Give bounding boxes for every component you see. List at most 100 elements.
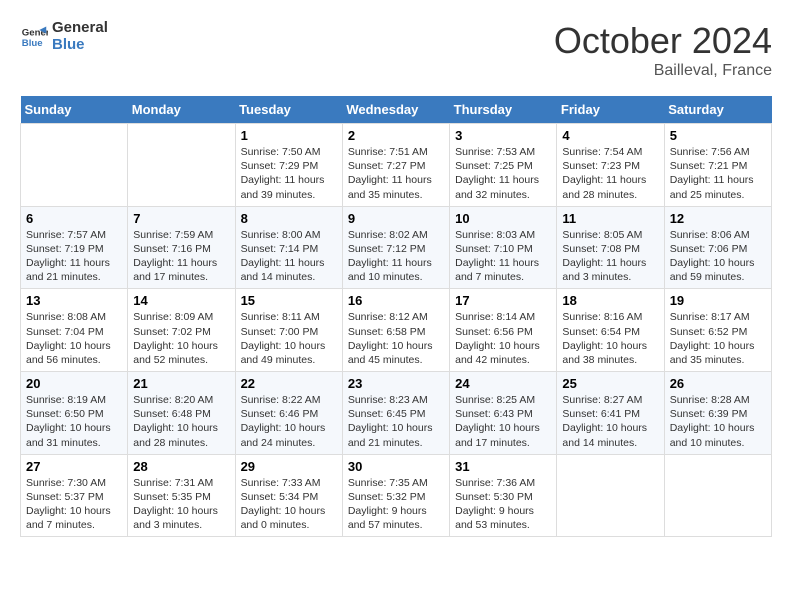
day-number: 20 bbox=[26, 376, 122, 391]
day-cell: 16 Sunrise: 8:12 AMSunset: 6:58 PMDayligh… bbox=[342, 289, 449, 372]
day-cell: 3 Sunrise: 7:53 AMSunset: 7:25 PMDaylight… bbox=[450, 124, 557, 207]
day-cell: 20 Sunrise: 8:19 AMSunset: 6:50 PMDayligh… bbox=[21, 372, 128, 455]
day-cell: 26Sunrise: 8:28 AMSunset: 6:39 PMDayligh… bbox=[664, 372, 771, 455]
day-cell: 18 Sunrise: 8:16 AMSunset: 6:54 PMDayligh… bbox=[557, 289, 664, 372]
day-cell: 27Sunrise: 7:30 AMSunset: 5:37 PMDayligh… bbox=[21, 454, 128, 537]
day-info: Sunrise: 8:11 AMSunset: 7:00 PMDaylight:… bbox=[241, 310, 337, 367]
day-number: 14 bbox=[133, 293, 229, 308]
day-cell: 30 Sunrise: 7:35 AMSunset: 5:32 PMDayligh… bbox=[342, 454, 449, 537]
day-number: 7 bbox=[133, 211, 229, 226]
day-info: Sunrise: 7:53 AMSunset: 7:25 PMDaylight:… bbox=[455, 145, 551, 202]
day-cell: 7 Sunrise: 7:59 AMSunset: 7:16 PMDaylight… bbox=[128, 206, 235, 289]
day-cell: 29 Sunrise: 7:33 AMSunset: 5:34 PMDayligh… bbox=[235, 454, 342, 537]
day-cell: 15 Sunrise: 8:11 AMSunset: 7:00 PMDayligh… bbox=[235, 289, 342, 372]
day-info: Sunrise: 8:17 AMSunset: 6:52 PMDaylight:… bbox=[670, 310, 766, 367]
week-row-1: 6Sunrise: 7:57 AMSunset: 7:19 PMDaylight… bbox=[21, 206, 772, 289]
day-number: 22 bbox=[241, 376, 337, 391]
day-cell: 4Sunrise: 7:54 AMSunset: 7:23 PMDaylight… bbox=[557, 124, 664, 207]
svg-text:Blue: Blue bbox=[22, 37, 43, 48]
day-cell: 11 Sunrise: 8:05 AMSunset: 7:08 PMDayligh… bbox=[557, 206, 664, 289]
day-cell: 24 Sunrise: 8:25 AMSunset: 6:43 PMDayligh… bbox=[450, 372, 557, 455]
week-row-4: 27Sunrise: 7:30 AMSunset: 5:37 PMDayligh… bbox=[21, 454, 772, 537]
day-cell: 5Sunrise: 7:56 AMSunset: 7:21 PMDaylight… bbox=[664, 124, 771, 207]
day-number: 29 bbox=[241, 459, 337, 474]
calendar-header-row: SundayMondayTuesdayWednesdayThursdayFrid… bbox=[21, 96, 772, 124]
logo: General Blue General Blue bbox=[20, 20, 108, 53]
day-info: Sunrise: 8:16 AMSunset: 6:54 PMDaylight:… bbox=[562, 310, 658, 367]
header-tuesday: Tuesday bbox=[235, 96, 342, 124]
day-cell: 12 Sunrise: 8:06 AMSunset: 7:06 PMDayligh… bbox=[664, 206, 771, 289]
day-cell: 10 Sunrise: 8:03 AMSunset: 7:10 PMDayligh… bbox=[450, 206, 557, 289]
day-number: 15 bbox=[241, 293, 337, 308]
day-cell: 13Sunrise: 8:08 AMSunset: 7:04 PMDayligh… bbox=[21, 289, 128, 372]
day-cell: 28 Sunrise: 7:31 AMSunset: 5:35 PMDayligh… bbox=[128, 454, 235, 537]
day-number: 5 bbox=[670, 128, 766, 143]
day-info: Sunrise: 8:23 AMSunset: 6:45 PMDaylight:… bbox=[348, 393, 444, 450]
day-cell: 17 Sunrise: 8:14 AMSunset: 6:56 PMDayligh… bbox=[450, 289, 557, 372]
day-cell: 8Sunrise: 8:00 AMSunset: 7:14 PMDaylight… bbox=[235, 206, 342, 289]
logo-icon: General Blue bbox=[20, 23, 48, 51]
day-info: Sunrise: 8:19 AMSunset: 6:50 PMDaylight:… bbox=[26, 393, 122, 450]
day-info: Sunrise: 8:05 AMSunset: 7:08 PMDaylight:… bbox=[562, 228, 658, 285]
day-info: Sunrise: 7:33 AMSunset: 5:34 PMDaylight:… bbox=[241, 476, 337, 533]
day-info: Sunrise: 8:02 AMSunset: 7:12 PMDaylight:… bbox=[348, 228, 444, 285]
day-info: Sunrise: 8:20 AMSunset: 6:48 PMDaylight:… bbox=[133, 393, 229, 450]
day-number: 11 bbox=[562, 211, 658, 226]
day-number: 18 bbox=[562, 293, 658, 308]
day-cell: 1 Sunrise: 7:50 AMSunset: 7:29 PMDaylight… bbox=[235, 124, 342, 207]
day-number: 8 bbox=[241, 211, 337, 226]
day-info: Sunrise: 8:22 AMSunset: 6:46 PMDaylight:… bbox=[241, 393, 337, 450]
header-saturday: Saturday bbox=[664, 96, 771, 124]
day-cell: 23 Sunrise: 8:23 AMSunset: 6:45 PMDayligh… bbox=[342, 372, 449, 455]
header-sunday: Sunday bbox=[21, 96, 128, 124]
day-number: 17 bbox=[455, 293, 551, 308]
day-number: 24 bbox=[455, 376, 551, 391]
week-row-0: 1 Sunrise: 7:50 AMSunset: 7:29 PMDaylight… bbox=[21, 124, 772, 207]
day-info: Sunrise: 7:59 AMSunset: 7:16 PMDaylight:… bbox=[133, 228, 229, 285]
month-title: October 2024 bbox=[554, 20, 772, 62]
day-number: 10 bbox=[455, 211, 551, 226]
day-info: Sunrise: 8:28 AMSunset: 6:39 PMDaylight:… bbox=[670, 393, 766, 450]
day-info: Sunrise: 8:09 AMSunset: 7:02 PMDaylight:… bbox=[133, 310, 229, 367]
day-number: 28 bbox=[133, 459, 229, 474]
day-number: 19 bbox=[670, 293, 766, 308]
day-cell: 21Sunrise: 8:20 AMSunset: 6:48 PMDayligh… bbox=[128, 372, 235, 455]
day-info: Sunrise: 8:25 AMSunset: 6:43 PMDaylight:… bbox=[455, 393, 551, 450]
day-cell: 6Sunrise: 7:57 AMSunset: 7:19 PMDaylight… bbox=[21, 206, 128, 289]
day-info: Sunrise: 8:06 AMSunset: 7:06 PMDaylight:… bbox=[670, 228, 766, 285]
location: Bailleval, France bbox=[554, 62, 772, 80]
day-cell: 25Sunrise: 8:27 AMSunset: 6:41 PMDayligh… bbox=[557, 372, 664, 455]
day-number: 3 bbox=[455, 128, 551, 143]
day-number: 25 bbox=[562, 376, 658, 391]
day-cell: 22 Sunrise: 8:22 AMSunset: 6:46 PMDayligh… bbox=[235, 372, 342, 455]
day-number: 2 bbox=[348, 128, 444, 143]
calendar-table: SundayMondayTuesdayWednesdayThursdayFrid… bbox=[20, 96, 772, 537]
day-info: Sunrise: 7:31 AMSunset: 5:35 PMDaylight:… bbox=[133, 476, 229, 533]
day-number: 30 bbox=[348, 459, 444, 474]
header-wednesday: Wednesday bbox=[342, 96, 449, 124]
day-info: Sunrise: 7:51 AMSunset: 7:27 PMDaylight:… bbox=[348, 145, 444, 202]
header-thursday: Thursday bbox=[450, 96, 557, 124]
day-cell: 31Sunrise: 7:36 AMSunset: 5:30 PMDayligh… bbox=[450, 454, 557, 537]
day-info: Sunrise: 8:08 AMSunset: 7:04 PMDaylight:… bbox=[26, 310, 122, 367]
day-cell: 14 Sunrise: 8:09 AMSunset: 7:02 PMDayligh… bbox=[128, 289, 235, 372]
day-number: 4 bbox=[562, 128, 658, 143]
day-info: Sunrise: 8:03 AMSunset: 7:10 PMDaylight:… bbox=[455, 228, 551, 285]
day-number: 16 bbox=[348, 293, 444, 308]
week-row-3: 20 Sunrise: 8:19 AMSunset: 6:50 PMDayligh… bbox=[21, 372, 772, 455]
day-number: 9 bbox=[348, 211, 444, 226]
day-number: 1 bbox=[241, 128, 337, 143]
day-number: 12 bbox=[670, 211, 766, 226]
logo-line1: General bbox=[52, 20, 108, 37]
day-number: 23 bbox=[348, 376, 444, 391]
day-info: Sunrise: 7:36 AMSunset: 5:30 PMDaylight:… bbox=[455, 476, 551, 533]
week-row-2: 13Sunrise: 8:08 AMSunset: 7:04 PMDayligh… bbox=[21, 289, 772, 372]
day-cell: 2 Sunrise: 7:51 AMSunset: 7:27 PMDaylight… bbox=[342, 124, 449, 207]
day-info: Sunrise: 7:50 AMSunset: 7:29 PMDaylight:… bbox=[241, 145, 337, 202]
day-info: Sunrise: 8:14 AMSunset: 6:56 PMDaylight:… bbox=[455, 310, 551, 367]
day-info: Sunrise: 7:35 AMSunset: 5:32 PMDaylight:… bbox=[348, 476, 444, 533]
header-friday: Friday bbox=[557, 96, 664, 124]
logo-line2: Blue bbox=[52, 37, 108, 54]
day-cell: 19 Sunrise: 8:17 AMSunset: 6:52 PMDayligh… bbox=[664, 289, 771, 372]
day-info: Sunrise: 8:12 AMSunset: 6:58 PMDaylight:… bbox=[348, 310, 444, 367]
